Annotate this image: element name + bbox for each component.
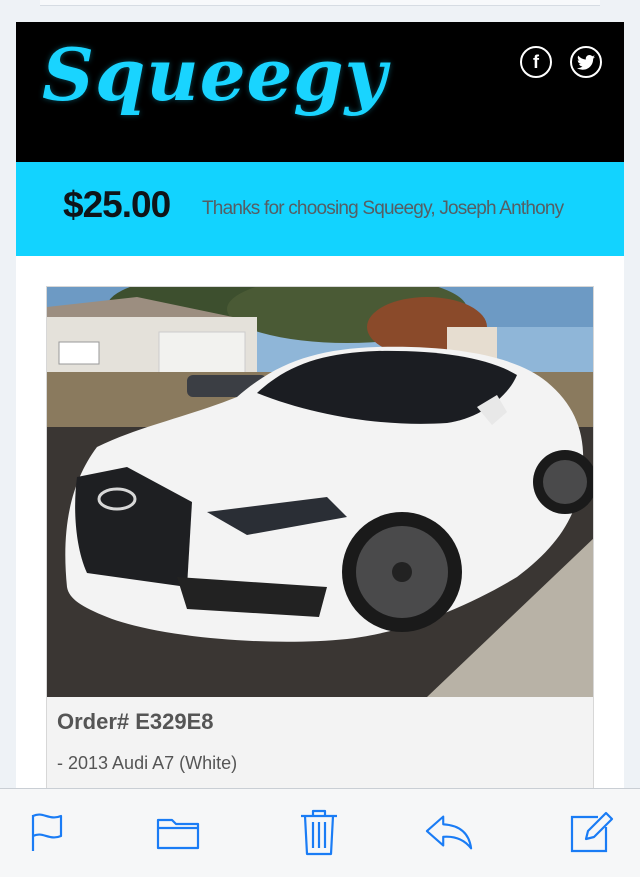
email-body: Squeegy f $25.00 Thanks for choosing Squ…	[16, 22, 624, 822]
trash-icon[interactable]	[294, 807, 344, 857]
order-card: Order# E329E8 - 2013 Audi A7 (White)	[46, 286, 594, 822]
order-amount: $25.00	[63, 184, 171, 225]
reply-icon[interactable]	[424, 807, 474, 857]
twitter-icon[interactable]	[570, 46, 602, 78]
email-header: Squeegy f	[16, 22, 624, 162]
folder-icon[interactable]	[153, 807, 203, 857]
mail-message-view: Squeegy f $25.00 Thanks for choosing Squ…	[0, 0, 640, 877]
compose-icon[interactable]	[566, 807, 616, 857]
squeegy-logo: Squeegy	[42, 32, 388, 117]
mail-toolbar	[0, 788, 640, 877]
vehicle-description: - 2013 Audi A7 (White)	[57, 753, 238, 773]
receipt-banner: $25.00 Thanks for choosing Squeegy, Jose…	[16, 162, 624, 256]
flag-icon[interactable]	[22, 807, 72, 857]
order-number: Order# E329E8	[57, 709, 214, 734]
car-photo	[47, 287, 593, 697]
thank-you-message: Thanks for choosing Squeegy, Joseph Anth…	[202, 198, 564, 219]
previous-message-edge	[40, 0, 600, 6]
facebook-icon[interactable]: f	[520, 46, 552, 78]
